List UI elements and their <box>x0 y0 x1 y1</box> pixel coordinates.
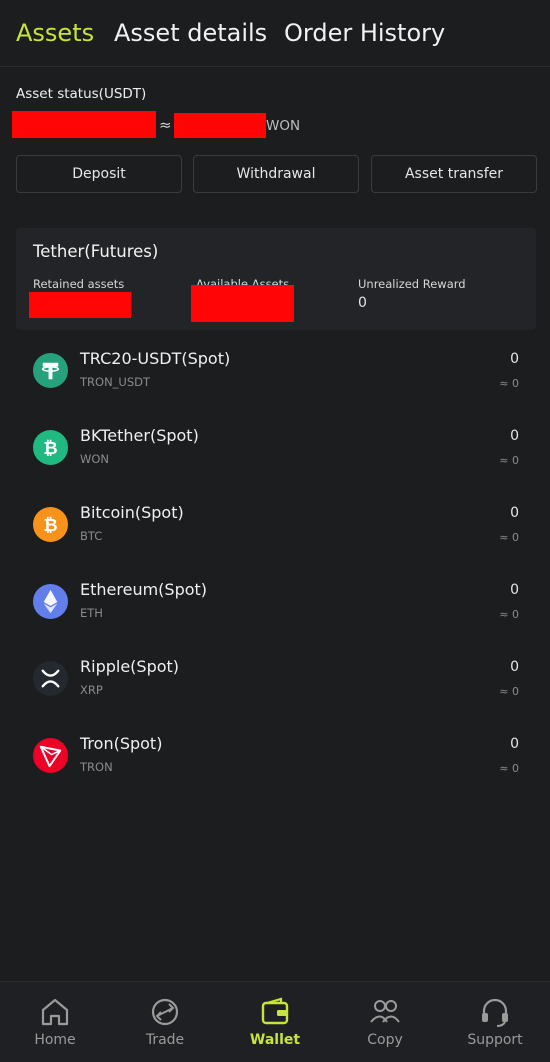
asset-name: BKTether(Spot) <box>80 426 199 445</box>
tab-asset-details[interactable]: Asset details <box>114 17 267 49</box>
asset-approx-value: ≈ 0 <box>499 377 519 390</box>
currency-label: WON <box>266 118 301 134</box>
asset-name: Ripple(Spot) <box>80 657 180 676</box>
asset-row-bitcoin[interactable]: ₿ Bitcoin(Spot) BTC 0 ≈ 0 <box>0 503 550 563</box>
nav-trade-label: Trade <box>145 1032 185 1048</box>
futures-title: Tether(Futures) <box>33 242 159 261</box>
nav-wallet[interactable]: Wallet <box>220 982 330 1062</box>
nav-wallet-label: Wallet <box>249 1032 301 1048</box>
asset-name: TRC20-USDT(Spot) <box>80 349 231 368</box>
asset-value: 0 <box>510 428 519 444</box>
asset-row-ethereum[interactable]: Ethereum(Spot) ETH 0 ≈ 0 <box>0 580 550 640</box>
asset-status-label: Asset status(USDT) <box>16 86 147 102</box>
asset-name: Bitcoin(Spot) <box>80 503 184 522</box>
bottom-nav: Home Trade Wallet Copy Support <box>0 981 550 1062</box>
tether-icon <box>33 353 68 388</box>
redacted-available-value <box>191 285 294 322</box>
asset-approx-value: ≈ 0 <box>499 454 519 467</box>
asset-name: Tron(Spot) <box>80 734 163 753</box>
asset-approx-value: ≈ 0 <box>499 762 519 775</box>
asset-symbol: XRP <box>80 683 103 697</box>
unrealized-reward-value: 0 <box>358 295 367 311</box>
asset-row-ripple[interactable]: Ripple(Spot) XRP 0 ≈ 0 <box>0 657 550 717</box>
nav-support[interactable]: Support <box>440 982 550 1062</box>
tron-icon <box>33 738 68 773</box>
asset-value: 0 <box>510 659 519 675</box>
nav-copy-label: Copy <box>367 1032 403 1048</box>
asset-approx-value: ≈ 0 <box>499 608 519 621</box>
asset-symbol: TRON_USDT <box>80 375 151 389</box>
wallet-icon <box>261 997 289 1025</box>
asset-transfer-button[interactable]: Asset transfer <box>371 155 537 193</box>
asset-value: 0 <box>510 582 519 598</box>
nav-trade[interactable]: Trade <box>110 982 220 1062</box>
asset-symbol: ETH <box>80 606 103 620</box>
headset-icon <box>482 998 508 1027</box>
bitcoin-icon: ₿ <box>33 507 68 542</box>
asset-value: 0 <box>510 505 519 521</box>
nav-copy[interactable]: Copy <box>330 982 440 1062</box>
nav-support-label: Support <box>467 1032 523 1048</box>
asset-approx-value: ≈ 0 <box>499 531 519 544</box>
svg-text:₿: ₿ <box>43 439 57 459</box>
asset-value: 0 <box>510 351 519 367</box>
asset-row-trc20-usdt[interactable]: TRC20-USDT(Spot) TRON_USDT 0 ≈ 0 <box>0 349 550 409</box>
tab-order-history[interactable]: Order History <box>284 17 445 49</box>
top-tab-bar: Assets Asset details Order History <box>0 0 550 67</box>
asset-name: Ethereum(Spot) <box>80 580 208 599</box>
asset-approx-value: ≈ 0 <box>499 685 519 698</box>
asset-value: 0 <box>510 736 519 752</box>
ethereum-icon <box>33 584 68 619</box>
asset-row-tron[interactable]: Tron(Spot) TRON 0 ≈ 0 <box>0 734 550 794</box>
asset-symbol: WON <box>80 452 110 466</box>
redacted-won-total <box>174 113 266 138</box>
svg-text:₿: ₿ <box>43 516 57 536</box>
unrealized-reward-label: Unrealized Reward <box>358 277 466 291</box>
redacted-asset-total <box>12 111 156 138</box>
approx-symbol: ≈ <box>159 116 172 134</box>
deposit-button[interactable]: Deposit <box>16 155 182 193</box>
home-icon <box>41 998 69 1026</box>
asset-row-bktether[interactable]: ₿ BKTether(Spot) WON 0 ≈ 0 <box>0 426 550 486</box>
ripple-icon <box>33 661 68 696</box>
asset-symbol: TRON <box>80 760 113 774</box>
bktether-icon: ₿ <box>33 430 68 465</box>
copy-users-icon <box>370 1000 400 1023</box>
trade-icon <box>151 998 179 1026</box>
retained-assets-label: Retained assets <box>33 277 125 291</box>
nav-home[interactable]: Home <box>0 982 110 1062</box>
withdrawal-button[interactable]: Withdrawal <box>193 155 359 193</box>
tab-assets[interactable]: Assets <box>16 17 94 49</box>
redacted-retained-value <box>29 292 131 318</box>
nav-home-label: Home <box>34 1032 76 1048</box>
asset-symbol: BTC <box>80 529 103 543</box>
